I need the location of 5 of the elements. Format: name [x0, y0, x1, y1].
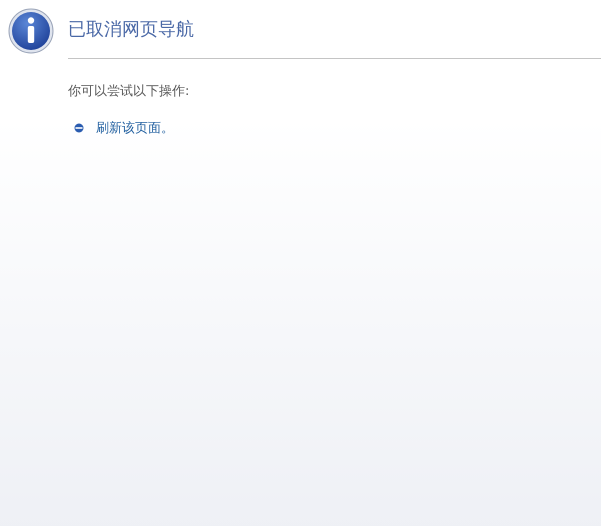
bullet-icon: [74, 123, 84, 133]
suggestion-text: 你可以尝试以下操作:: [68, 83, 190, 100]
refresh-link[interactable]: 刷新该页面。: [96, 119, 174, 137]
info-icon: [8, 8, 54, 54]
page-title: 已取消网页导航: [68, 18, 195, 42]
